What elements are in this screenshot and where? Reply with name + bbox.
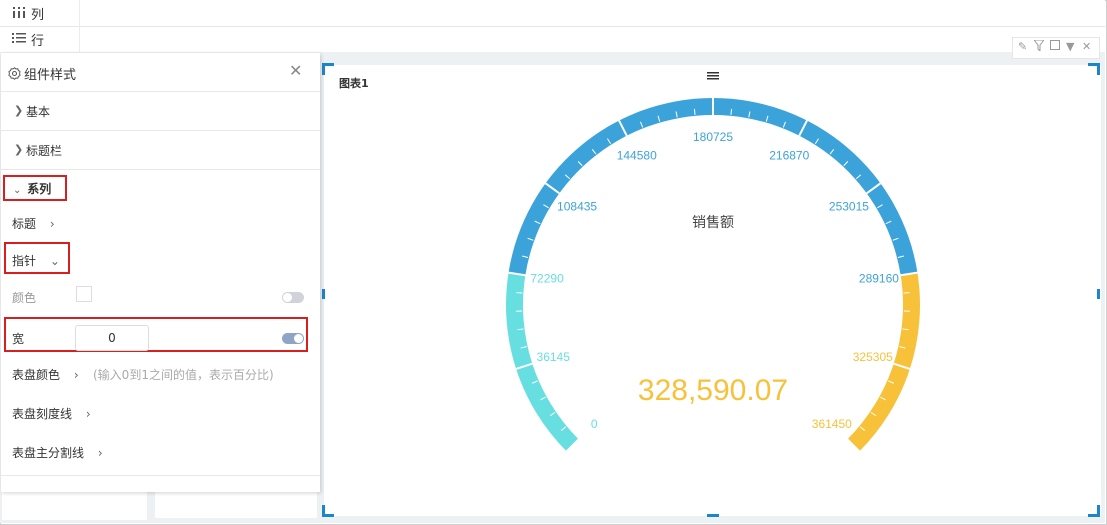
width-input[interactable]: 0 — [75, 325, 149, 351]
dial-color-item[interactable]: 表盘颜色 › — [12, 366, 79, 383]
dial-color-label: 表盘颜色 — [12, 368, 61, 382]
highlight-box — [4, 317, 308, 352]
dial-split-item[interactable]: 表盘主分割线 › — [12, 444, 103, 461]
columns-shelf[interactable]: 列 — [0, 0, 1105, 27]
gauge-tick-label: 180725 — [693, 130, 733, 144]
rows-icon — [12, 31, 26, 45]
rows-shelf[interactable]: 行 — [0, 26, 1105, 53]
chevron-right-icon: ❯ — [14, 143, 24, 156]
dial-split-label: 表盘主分割线 — [12, 446, 85, 460]
gauge-tick-label: 253015 — [829, 199, 869, 213]
gauge-tick-label: 0 — [591, 417, 598, 431]
filter-icon[interactable] — [1032, 39, 1046, 54]
toggle-knob — [283, 293, 292, 302]
panel-title: 组件样式 — [24, 68, 77, 83]
divider — [1, 475, 320, 476]
series-title-item[interactable]: 标题 › — [12, 215, 55, 232]
gauge-tick-label: 216870 — [769, 148, 809, 162]
gear-icon — [8, 65, 21, 84]
chevron-down-icon: ⌄ — [13, 185, 22, 196]
color-toggle[interactable] — [282, 292, 304, 303]
columns-label: 列 — [31, 8, 45, 23]
gauge-tick-label: 325305 — [853, 350, 893, 364]
section-basic[interactable]: ❯ 基本 — [1, 91, 320, 130]
chevron-right-icon: › — [97, 446, 103, 460]
gauge-tick-label: 72290 — [530, 272, 564, 286]
gauge-tick-label: 289160 — [859, 272, 899, 286]
resize-handle[interactable] — [707, 514, 719, 517]
resize-handle[interactable] — [1097, 505, 1100, 517]
resize-handle[interactable] — [322, 505, 325, 517]
width-toggle[interactable] — [282, 333, 304, 344]
series-title-label: 标题 — [12, 217, 37, 231]
section-titlebar-label: 标题栏 — [26, 144, 63, 158]
gauge-tick-label: 36145 — [537, 350, 571, 364]
color-swatch[interactable] — [76, 286, 92, 302]
pointer-item[interactable]: 指针 ⌄ — [12, 252, 60, 269]
dial-tick-item[interactable]: 表盘刻度线 › — [12, 405, 91, 422]
chevron-right-icon: › — [85, 407, 91, 421]
resize-handle[interactable] — [1097, 289, 1100, 299]
panel-header: 组件样式 ✕ — [1, 53, 320, 91]
chevron-right-icon: › — [49, 217, 55, 231]
chevron-right-icon: ❯ — [14, 104, 24, 117]
gauge-tick-label: 144580 — [617, 148, 657, 162]
widget-toolbar: ✎ ▼ ✕ — [1012, 37, 1100, 59]
gauge-tick-label: 361450 — [812, 417, 852, 431]
field-shelf: 列 行 — [0, 0, 1105, 53]
section-titlebar[interactable]: ❯ 标题栏 — [1, 130, 320, 169]
edit-icon[interactable]: ✎ — [1018, 40, 1027, 53]
resize-handle[interactable] — [1097, 63, 1100, 75]
section-series-toggle[interactable]: ⌄ 系列 — [13, 180, 51, 197]
gauge-minor-tick — [693, 108, 696, 115]
maximize-icon[interactable] — [1050, 40, 1060, 53]
section-basic-label: 基本 — [26, 105, 51, 119]
dropdown-icon[interactable]: ▼ — [1066, 40, 1074, 53]
gauge-minor-tick — [730, 108, 733, 115]
drag-handle-icon[interactable] — [707, 65, 719, 80]
close-icon[interactable]: ✕ — [289, 63, 302, 79]
chevron-right-icon: › — [73, 368, 79, 382]
shelf-divider — [79, 0, 80, 52]
width-label: 宽 — [12, 332, 25, 346]
resize-handle[interactable] — [322, 63, 325, 75]
gauge-tick-label: 108435 — [557, 199, 597, 213]
dial-tick-label: 表盘刻度线 — [12, 407, 73, 421]
pointer-label: 指针 — [12, 254, 37, 268]
gauge-value: 328,590.07 — [638, 374, 788, 407]
gauge-series-name: 销售额 — [692, 215, 734, 231]
width-hint: (输入0到1之间的值，表示百分比) — [93, 368, 274, 382]
toggle-knob — [294, 334, 303, 343]
section-series-label: 系列 — [27, 182, 52, 196]
resize-handle[interactable] — [322, 289, 325, 299]
gauge-svg: 0 36145 72290 108435 144580 180725 216870 25301… — [506, 98, 920, 453]
close-icon[interactable]: ✕ — [1082, 40, 1091, 53]
rows-label: 行 — [31, 34, 45, 49]
columns-icon — [12, 5, 26, 19]
color-label: 颜色 — [12, 291, 37, 305]
gauge-band-1 — [508, 98, 918, 276]
component-style-panel: 组件样式 ✕ ❯ 基本 ❯ 标题栏 ⌄ 系列 标题 › 指针 ⌄ 颜色 宽 0 … — [1, 53, 320, 492]
gauge-chart-card[interactable]: 图表1 0 36145 72290 108435 144580 180725 216870 2… — [324, 65, 1101, 516]
chevron-down-icon: ⌄ — [49, 254, 60, 268]
